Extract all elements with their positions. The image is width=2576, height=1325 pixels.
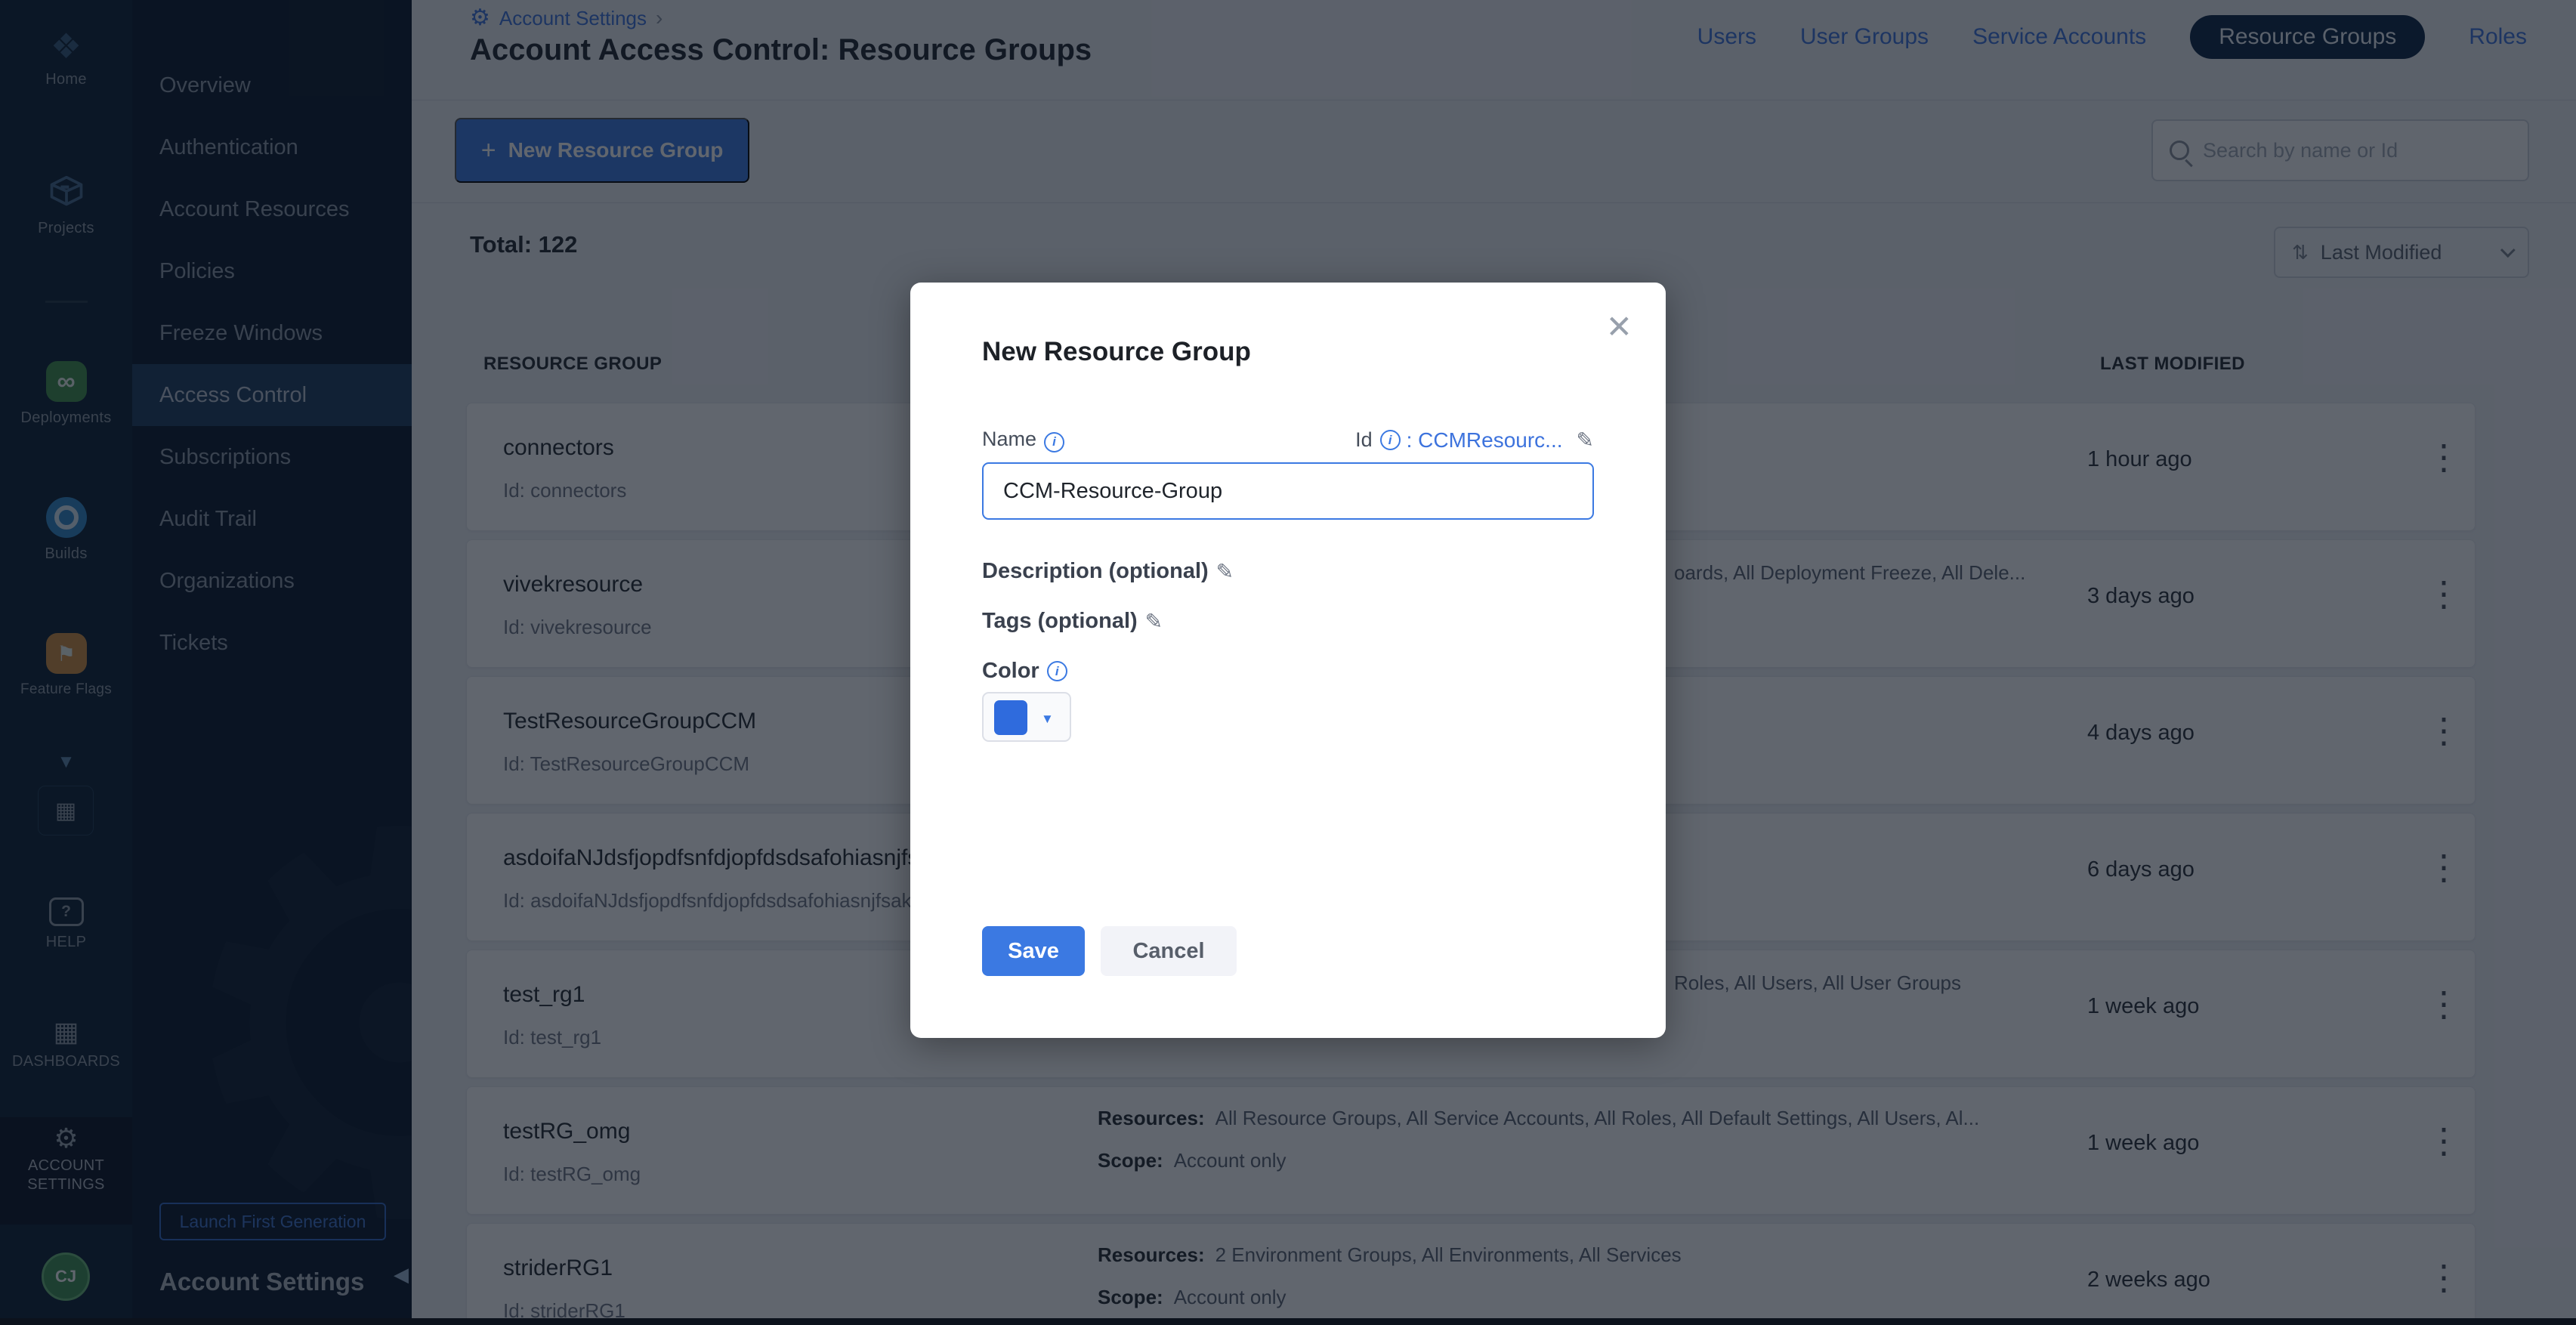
- modal-title: New Resource Group: [982, 337, 1251, 367]
- info-icon[interactable]: i: [1380, 430, 1401, 450]
- cancel-button[interactable]: Cancel: [1101, 926, 1237, 976]
- name-label: Namei: [982, 428, 1064, 452]
- new-resource-group-modal: ✕ New Resource Group Namei Id i : CCMRes…: [910, 283, 1666, 1038]
- info-icon[interactable]: i: [1044, 432, 1064, 452]
- name-input[interactable]: [982, 462, 1594, 520]
- edit-id-pencil-icon[interactable]: ✎: [1577, 428, 1594, 452]
- save-button[interactable]: Save: [982, 926, 1085, 976]
- color-swatch: [994, 700, 1027, 735]
- description-label: Description (optional): [982, 559, 1209, 584]
- edit-description-pencil-icon[interactable]: ✎: [1216, 559, 1234, 584]
- app-screen: ❖ Home Projects ∞ Deployments Builds ⚑ F…: [0, 0, 2576, 1325]
- tags-row[interactable]: Tags (optional) ✎: [982, 609, 1594, 634]
- id-group: Id i : CCMResourc... ✎: [1355, 428, 1594, 452]
- close-icon[interactable]: ✕: [1606, 308, 1632, 345]
- caret-down-icon: ▼: [1041, 712, 1054, 727]
- edit-tags-pencil-icon[interactable]: ✎: [1145, 609, 1163, 634]
- color-picker-dropdown[interactable]: ▼: [982, 692, 1071, 742]
- name-id-row: Namei Id i : CCMResourc... ✎: [982, 428, 1594, 452]
- tags-label: Tags (optional): [982, 609, 1138, 634]
- description-row[interactable]: Description (optional) ✎: [982, 559, 1594, 584]
- color-label: Color: [982, 659, 1039, 684]
- id-value-link[interactable]: : CCMResourc...: [1407, 428, 1563, 452]
- color-row: Color i: [982, 659, 1594, 684]
- id-label: Id: [1355, 428, 1373, 452]
- info-icon[interactable]: i: [1047, 661, 1067, 681]
